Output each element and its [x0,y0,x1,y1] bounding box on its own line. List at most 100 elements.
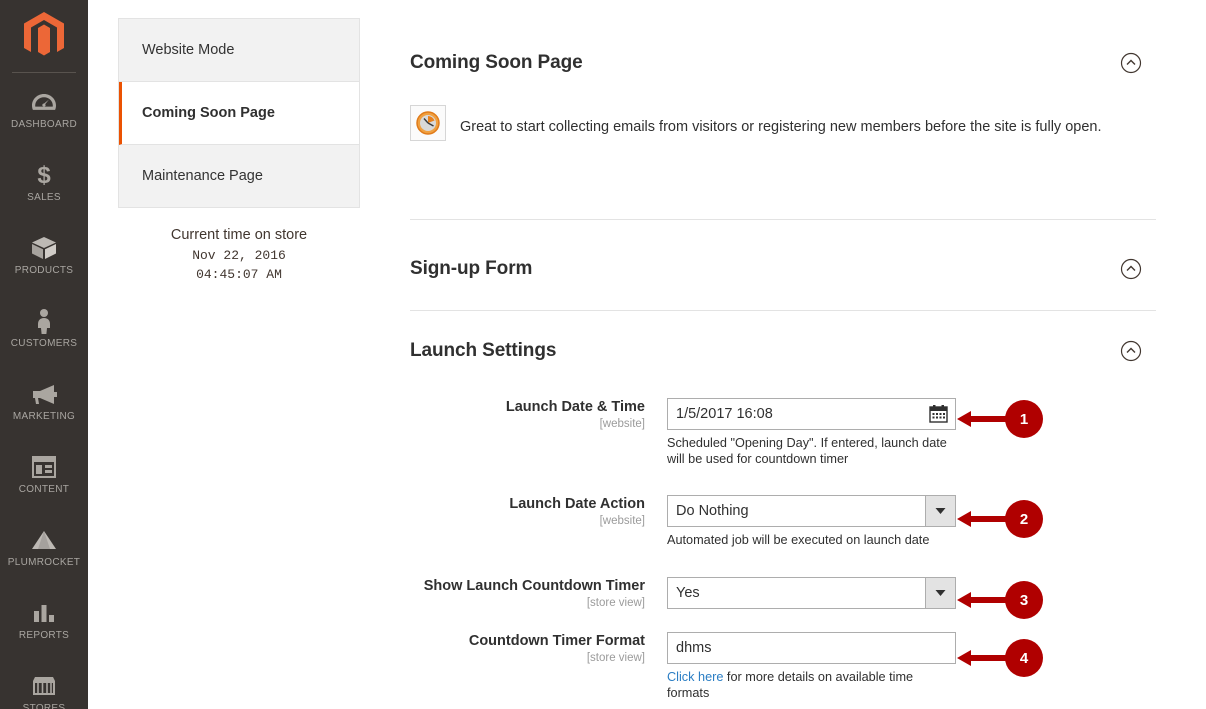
callout-arrow-icon [957,411,1007,427]
callout-badge: 2 [1005,500,1043,538]
dollar-icon: $ [29,162,59,188]
chevron-up-circle-icon[interactable] [1120,52,1142,74]
field-scope: [store view] [586,597,645,609]
field-control: Click here for more details on available… [667,632,957,701]
settings-tabs: Website Mode Coming Soon Page Maintenanc… [118,18,360,208]
section-header-launch-settings[interactable]: Launch Settings [410,340,1156,362]
tab-coming-soon-page[interactable]: Coming Soon Page [119,82,359,145]
section-header-signup-form[interactable]: Sign-up Form [410,258,1156,280]
field-label: Countdown Timer Format [468,633,645,649]
timer-format-input-wrap [667,632,956,664]
dashboard-icon [29,89,59,115]
callout-2: 2 [955,500,1043,538]
section-title: Launch Settings [410,340,557,361]
sidebar-item-products[interactable]: PRODUCTS [0,219,88,292]
chevron-up-circle-icon[interactable] [1120,258,1142,280]
main-content: Coming Soon Page Great to start collecti… [410,0,1206,709]
person-icon [29,308,59,334]
launch-action-select[interactable]: Do Nothing [667,495,956,527]
field-note: Automated job will be executed on launch… [667,533,930,547]
section-header-coming-soon[interactable]: Coming Soon Page [410,52,1156,74]
sidebar-item-label: DASHBOARD [10,119,78,130]
sidebar-item-label: SALES [27,192,61,203]
field-control: Do Nothing Automated job will be execute… [667,495,957,548]
field-scope: [website] [599,418,645,430]
magento-logo[interactable] [0,0,88,72]
divider-1 [410,219,1156,220]
tab-label: Website Mode [142,42,235,58]
show-countdown-select-wrap[interactable]: Yes [667,577,956,609]
magento-logo-icon [24,12,64,56]
callout-arrow-icon [957,592,1007,608]
admin-page: DASHBOARD $ SALES PRODUCTS CUSTOMERS MAR… [0,0,1206,709]
field-label: Launch Date & Time [505,399,645,415]
clock-icon [410,105,446,141]
sidebar-item-content[interactable]: CONTENT [0,438,88,511]
field-note: Scheduled "Opening Day". If entered, lau… [667,436,947,466]
callout-3: 3 [955,581,1043,619]
field-launch-action: Launch Date Action [website] Do Nothing … [410,495,957,548]
callout-badge: 1 [1005,400,1043,438]
settings-tab-column: Website Mode Coming Soon Page Maintenanc… [88,0,410,709]
store-current-time: Current time on store Nov 22, 2016 04:45… [118,224,360,284]
mountain-icon [29,527,59,553]
chevron-down-icon[interactable] [925,578,955,608]
launch-action-select-wrap[interactable]: Do Nothing [667,495,956,527]
section-title: Coming Soon Page [410,52,583,73]
sidebar-item-label: STORES [22,703,66,709]
launch-date-input[interactable] [667,398,956,430]
field-scope: [store view] [586,652,645,664]
show-countdown-select[interactable]: Yes [667,577,956,609]
section-title: Sign-up Form [410,258,533,279]
sidebar-item-dashboard[interactable]: DASHBOARD [0,73,88,146]
click-here-link[interactable]: Click here [667,670,723,684]
callout-arrow-icon [957,511,1007,527]
sidebar-item-label: PRODUCTS [14,265,74,276]
layout-icon [29,454,59,480]
chevron-up-circle-icon[interactable] [1120,340,1142,362]
sidebar-item-sales[interactable]: $ SALES [0,146,88,219]
sidebar-item-customers[interactable]: CUSTOMERS [0,292,88,365]
callout-arrow-icon [957,650,1007,666]
chevron-down-icon[interactable] [925,496,955,526]
sidebar-item-label: CONTENT [18,484,70,495]
sidebar-item-label: REPORTS [18,630,70,641]
megaphone-icon [29,381,59,407]
coming-soon-intro-text: Great to start collecting emails from vi… [460,119,1102,135]
tab-website-mode[interactable]: Website Mode [119,19,359,82]
sidebar-item-plumrocket[interactable]: PLUMROCKET [0,511,88,584]
field-label: Show Launch Countdown Timer [423,578,645,594]
storefront-icon [29,673,59,699]
tab-label: Coming Soon Page [142,105,275,121]
field-control: Yes [667,577,957,611]
sidebar-item-label: MARKETING [12,411,76,422]
callout-4: 4 [955,639,1043,677]
callout-badge: 3 [1005,581,1043,619]
field-label-block: Launch Date Action [website] [410,495,667,548]
bar-chart-icon [29,600,59,626]
sidebar-item-reports[interactable]: REPORTS [0,584,88,657]
sidebar-item-stores[interactable]: STORES [0,657,88,709]
field-show-countdown: Show Launch Countdown Timer [store view]… [410,577,957,611]
timer-format-input[interactable] [667,632,956,664]
field-timer-format: Countdown Timer Format [store view] Clic… [410,632,957,701]
field-label-block: Show Launch Countdown Timer [store view] [410,577,667,611]
sidebar-item-label: PLUMROCKET [7,557,81,568]
field-scope: [website] [599,515,645,527]
tab-label: Maintenance Page [142,168,263,184]
tab-maintenance-page[interactable]: Maintenance Page [119,145,359,208]
box-icon [29,235,59,261]
admin-sidebar: DASHBOARD $ SALES PRODUCTS CUSTOMERS MAR… [0,0,88,709]
sidebar-item-label: CUSTOMERS [10,338,78,349]
field-label-block: Countdown Timer Format [store view] [410,632,667,701]
field-launch-date: Launch Date & Time [website] Scheduled "… [410,398,957,467]
callout-1: 1 [955,400,1043,438]
coming-soon-intro: Great to start collecting emails from vi… [410,105,1156,149]
field-label: Launch Date Action [509,496,645,512]
store-time-clock: 04:45:07 AM [196,267,282,282]
calendar-icon[interactable] [929,404,948,423]
store-time-date: Nov 22, 2016 [192,248,286,263]
store-time-title: Current time on store [170,227,308,243]
launch-date-input-wrap [667,398,956,430]
sidebar-item-marketing[interactable]: MARKETING [0,365,88,438]
